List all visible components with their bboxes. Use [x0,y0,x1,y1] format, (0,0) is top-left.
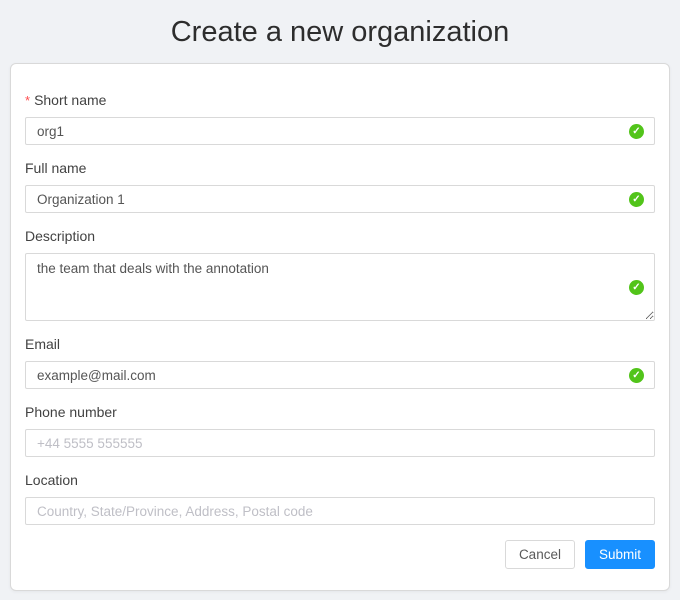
email-control: ✓ [25,361,655,389]
success-check-icon: ✓ [629,280,644,295]
success-check-icon: ✓ [629,368,644,383]
short-name-label-text: Short name [34,92,106,108]
email-label: Email [25,336,655,352]
short-name-input[interactable] [25,117,655,145]
short-name-control: ✓ [25,117,655,145]
email-label-text: Email [25,336,60,352]
phone-number-control [25,429,655,457]
short-name-field: * Short name ✓ [25,92,655,145]
page-title: Create a new organization [0,0,680,54]
location-field: Location [25,472,655,525]
location-control [25,497,655,525]
submit-button[interactable]: Submit [585,540,655,569]
description-label-text: Description [25,228,95,244]
description-label: Description [25,228,655,244]
description-field: Description the team that deals with the… [25,228,655,321]
success-check-icon: ✓ [629,124,644,139]
required-asterisk: * [25,93,30,108]
cancel-button[interactable]: Cancel [505,540,575,569]
form-actions: Cancel Submit [25,540,655,569]
full-name-field: Full name ✓ [25,160,655,213]
success-check-icon: ✓ [629,192,644,207]
location-label: Location [25,472,655,488]
phone-number-label-text: Phone number [25,404,117,420]
email-input[interactable] [25,361,655,389]
phone-number-field: Phone number [25,404,655,457]
full-name-label: Full name [25,160,655,176]
full-name-label-text: Full name [25,160,86,176]
location-label-text: Location [25,472,78,488]
location-input[interactable] [25,497,655,525]
full-name-input[interactable] [25,185,655,213]
description-control: the team that deals with the annotation … [25,253,655,321]
short-name-label: * Short name [25,92,655,108]
phone-number-label: Phone number [25,404,655,420]
phone-number-input[interactable] [25,429,655,457]
email-field: Email ✓ [25,336,655,389]
full-name-control: ✓ [25,185,655,213]
create-organization-form: * Short name ✓ Full name ✓ Description th… [10,63,670,591]
description-textarea[interactable]: the team that deals with the annotation [25,253,655,321]
